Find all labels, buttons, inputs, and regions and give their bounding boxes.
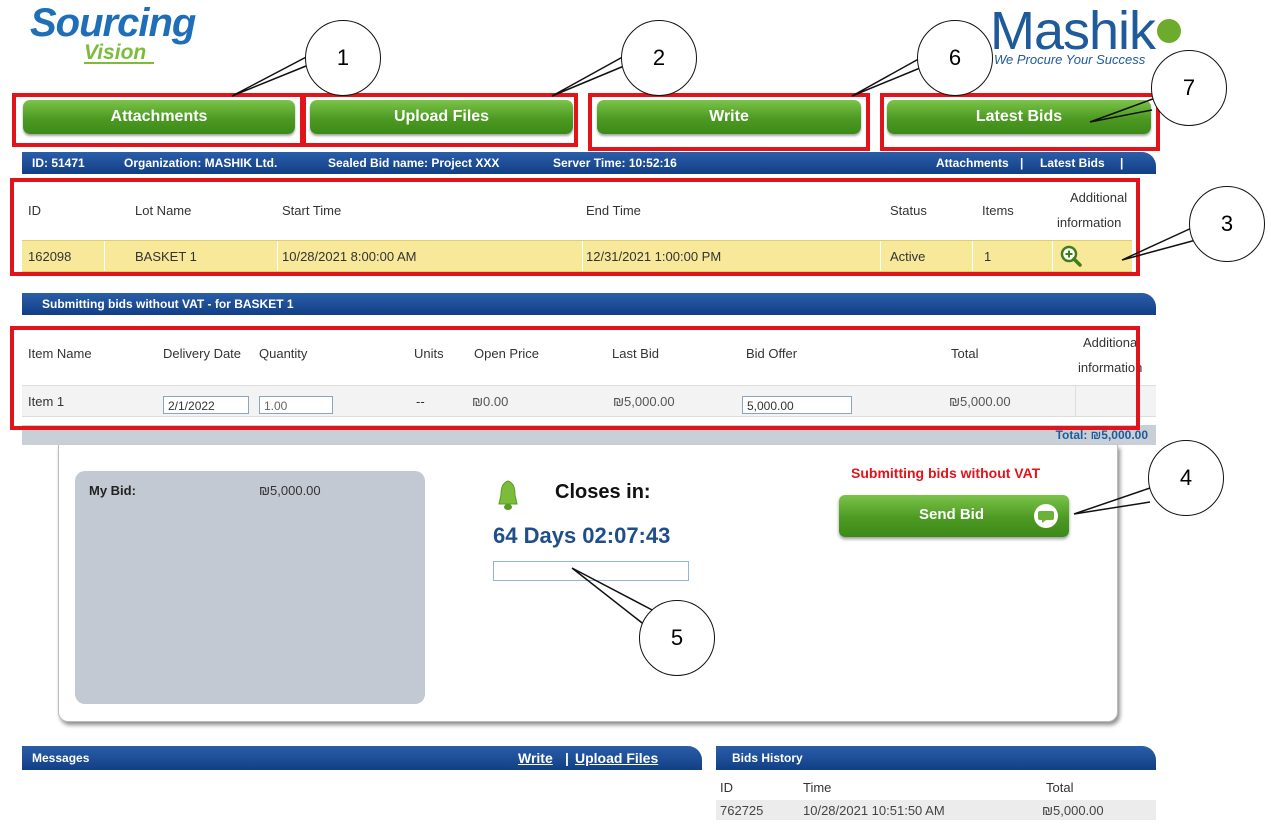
callout-1: 1: [305, 20, 381, 96]
callout-lines: [231, 53, 1197, 627]
callout-2: 2: [621, 20, 697, 96]
callout-5: 5: [639, 600, 715, 676]
callout-4: 4: [1148, 440, 1224, 516]
callout-6: 6: [917, 20, 993, 96]
callout-7: 7: [1151, 50, 1227, 126]
callout-3: 3: [1189, 186, 1265, 262]
